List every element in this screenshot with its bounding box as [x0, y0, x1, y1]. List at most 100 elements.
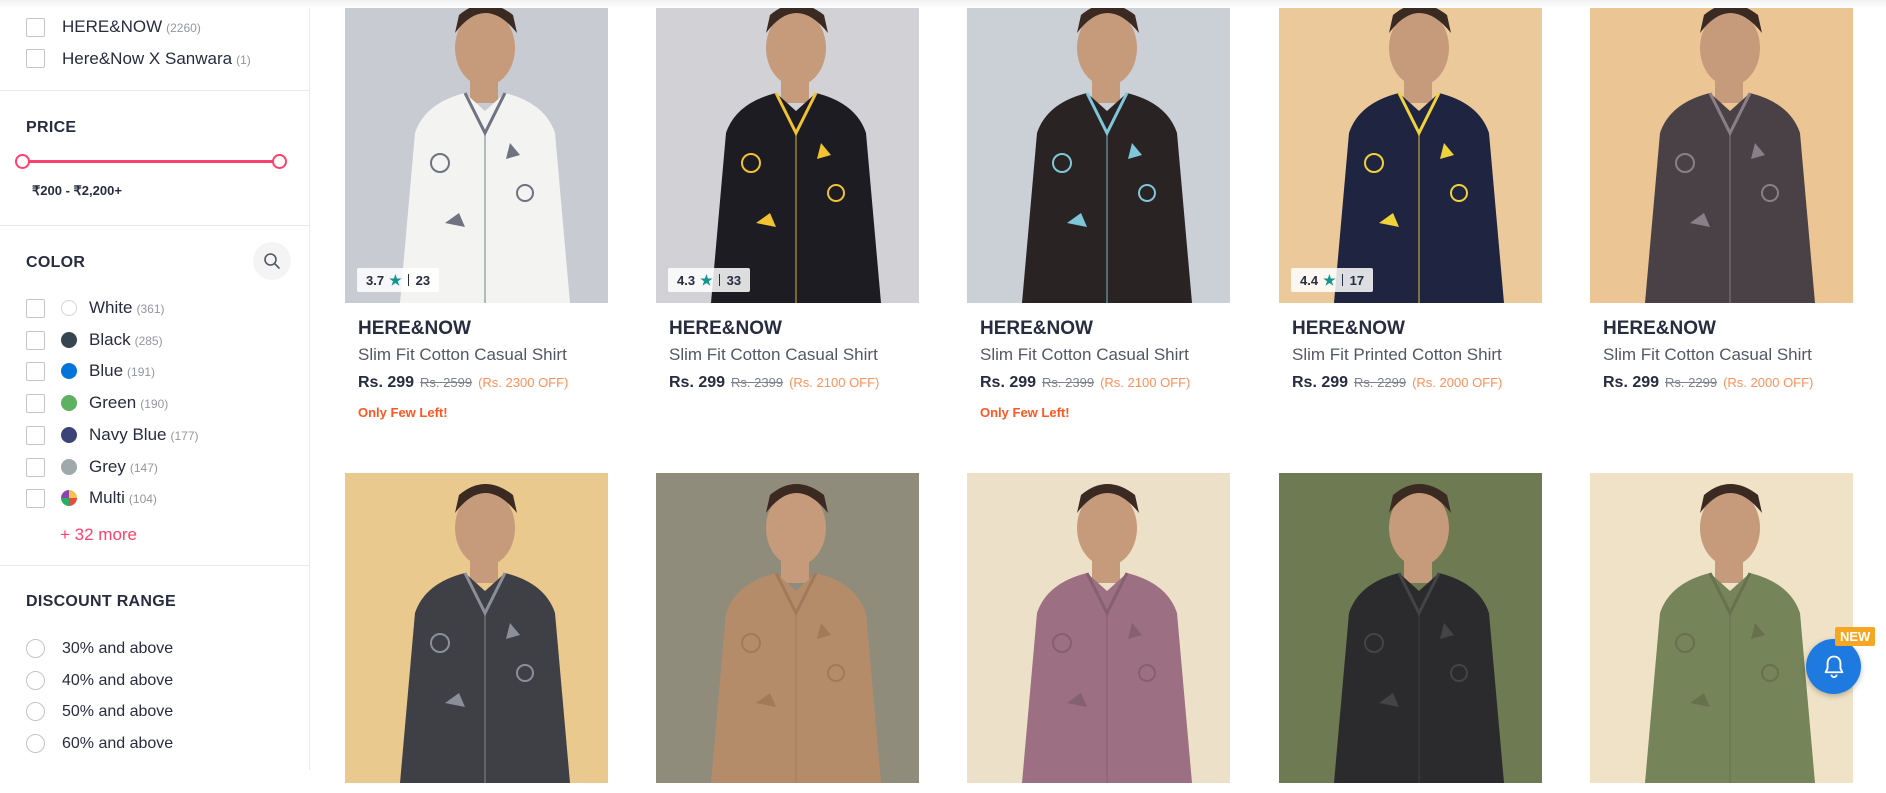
product-card[interactable]: [1590, 473, 1853, 793]
product-card[interactable]: [656, 473, 919, 793]
product-card[interactable]: 4.4 ★ 17 HERE&NOW Slim Fit Printed Cotto…: [1279, 0, 1542, 443]
product-photo: [1590, 0, 1853, 303]
color-option-label: Multi: [89, 488, 125, 508]
discount-radio[interactable]: [26, 670, 45, 690]
discount-radio[interactable]: [26, 734, 45, 754]
color-swatch: [61, 426, 77, 443]
search-icon: [264, 253, 280, 269]
color-option[interactable]: Navy Blue (177): [89, 425, 199, 445]
rating-value: 4.4: [1300, 272, 1319, 288]
product-card[interactable]: [1279, 473, 1542, 793]
discount-option-label[interactable]: 60% and above: [62, 735, 173, 753]
product-image[interactable]: [1279, 0, 1542, 303]
rating-divider: [407, 274, 409, 286]
color-option[interactable]: Green (190): [89, 393, 168, 413]
discount-option-label[interactable]: 40% and above: [62, 672, 173, 690]
original-price: Rs. 2299: [1354, 375, 1407, 390]
price-slider-max-handle[interactable]: [272, 154, 287, 169]
product-card[interactable]: [345, 473, 608, 793]
rating-divider: [1341, 274, 1343, 286]
brand-option-count: (2260): [166, 21, 201, 35]
product-photo: [656, 0, 919, 303]
sale-price: Rs. 299: [669, 374, 726, 391]
product-name[interactable]: Slim Fit Cotton Casual Shirt: [358, 345, 567, 365]
color-checkbox[interactable]: [26, 489, 45, 509]
color-checkbox[interactable]: [26, 457, 45, 477]
stock-warning: Only Few Left!: [980, 405, 1070, 420]
product-card[interactable]: HERE&NOW Slim Fit Cotton Casual Shirt Rs…: [1590, 0, 1853, 443]
product-brand[interactable]: HERE&NOW: [1292, 318, 1405, 340]
product-image[interactable]: [967, 473, 1230, 783]
color-checkbox[interactable]: [26, 394, 45, 414]
color-option-label: Navy Blue: [89, 424, 167, 444]
product-image[interactable]: [656, 473, 919, 783]
discount-text: (Rs. 2300 OFF): [478, 375, 569, 390]
brand-option-count: (1): [236, 53, 251, 67]
product-image[interactable]: [656, 0, 919, 303]
color-option-count: (285): [134, 333, 163, 348]
star-icon: ★: [1323, 271, 1336, 288]
product-brand[interactable]: HERE&NOW: [980, 318, 1093, 340]
product-card[interactable]: 3.7 ★ 23 HERE&NOW Slim Fit Cotton Casual…: [345, 0, 608, 443]
brand-option[interactable]: HERE&NOW (2260): [62, 17, 201, 37]
color-checkbox[interactable]: [26, 330, 45, 350]
product-image[interactable]: [1590, 0, 1853, 303]
color-more-link[interactable]: + 32 more: [60, 525, 137, 545]
product-image[interactable]: [1279, 473, 1542, 783]
product-image[interactable]: [967, 0, 1230, 303]
product-photo: [1279, 473, 1542, 783]
rating-badge: 4.4 ★ 17: [1291, 268, 1374, 292]
brand-filter-section: HERE&NOW (2260) Here&Now X Sanwara (1): [0, 0, 309, 91]
discount-option-label[interactable]: 50% and above: [62, 703, 173, 721]
color-option-count: (191): [127, 365, 156, 380]
product-brand[interactable]: HERE&NOW: [1603, 318, 1716, 340]
color-swatch: [61, 300, 77, 316]
product-brand[interactable]: HERE&NOW: [358, 318, 471, 340]
rating-count: 17: [1349, 272, 1365, 288]
brand-option-label: Here&Now X Sanwara: [62, 49, 233, 68]
product-photo: [1279, 0, 1542, 303]
brand-checkbox[interactable]: [26, 18, 45, 37]
price-slider-track[interactable]: [22, 160, 280, 163]
color-option[interactable]: White (361): [89, 298, 164, 318]
color-swatch: [61, 395, 77, 412]
discount-radio[interactable]: [26, 639, 45, 658]
color-option[interactable]: Grey (147): [89, 457, 158, 477]
product-image[interactable]: [345, 473, 608, 783]
price-filter-title: PRICE: [26, 119, 77, 136]
product-card[interactable]: [967, 473, 1230, 793]
discount-radio[interactable]: [26, 702, 45, 722]
product-image[interactable]: [1590, 473, 1853, 783]
brand-checkbox[interactable]: [26, 49, 45, 68]
color-checkbox[interactable]: [26, 362, 45, 382]
discount-text: (Rs. 2100 OFF): [789, 375, 880, 390]
sale-price: Rs. 299: [1603, 374, 1660, 391]
color-checkbox[interactable]: [26, 425, 45, 445]
color-checkbox[interactable]: [26, 299, 45, 318]
color-option[interactable]: Multi (104): [89, 488, 157, 508]
new-badge: NEW: [1835, 627, 1876, 646]
color-option-count: (361): [136, 302, 165, 316]
product-brand[interactable]: HERE&NOW: [669, 318, 782, 340]
product-name[interactable]: Slim Fit Cotton Casual Shirt: [669, 345, 878, 365]
product-price: Rs. 299 Rs. 2399 (Rs. 2100 OFF): [980, 374, 1190, 392]
product-name[interactable]: Slim Fit Printed Cotton Shirt: [1292, 345, 1502, 365]
product-name[interactable]: Slim Fit Cotton Casual Shirt: [1603, 345, 1812, 365]
color-search-button[interactable]: [253, 242, 291, 280]
product-card[interactable]: HERE&NOW Slim Fit Cotton Casual Shirt Rs…: [967, 0, 1230, 443]
product-image[interactable]: [345, 0, 608, 303]
sale-price: Rs. 299: [358, 374, 415, 391]
discount-option-label[interactable]: 30% and above: [62, 640, 173, 658]
discount-text: (Rs. 2000 OFF): [1723, 375, 1814, 390]
product-name[interactable]: Slim Fit Cotton Casual Shirt: [980, 345, 1189, 365]
notification-button[interactable]: [1806, 639, 1861, 694]
price-slider-min-handle[interactable]: [15, 154, 30, 169]
color-option-count: (147): [129, 460, 158, 475]
brand-option[interactable]: Here&Now X Sanwara (1): [62, 49, 251, 69]
color-option[interactable]: Black (285): [89, 330, 163, 350]
filter-sidebar: HERE&NOW (2260) Here&Now X Sanwara (1) PRI…: [0, 0, 310, 770]
product-card[interactable]: 4.3 ★ 33 HERE&NOW Slim Fit Cotton Casual…: [656, 0, 919, 443]
original-price: Rs. 2299: [1665, 375, 1718, 390]
color-swatch: [61, 331, 77, 348]
color-option[interactable]: Blue (191): [89, 361, 155, 381]
